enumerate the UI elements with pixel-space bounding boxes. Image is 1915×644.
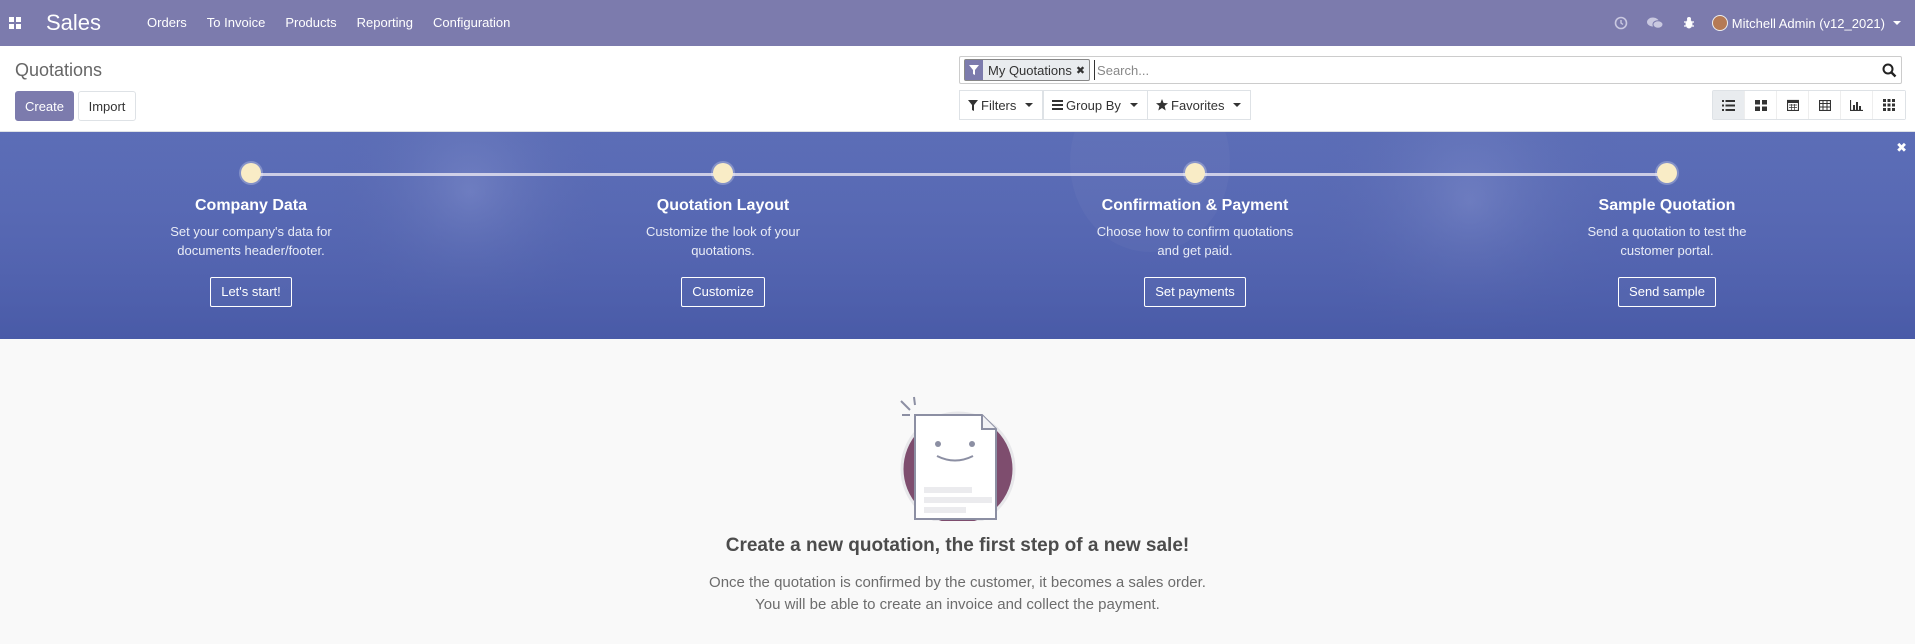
onboarding-step-company: Company Data Set your company's data for… bbox=[121, 163, 381, 307]
list-view-icon[interactable] bbox=[1713, 91, 1745, 119]
step-title: Quotation Layout bbox=[656, 197, 790, 214]
systray: Mitchell Admin (v12_2021) bbox=[1604, 0, 1915, 46]
step-title: Confirmation & Payment bbox=[1101, 197, 1289, 214]
groupby-dropdown[interactable]: Group By bbox=[1043, 90, 1148, 120]
menu-item-products[interactable]: Products bbox=[275, 0, 346, 46]
empty-state-title: Create a new quotation, the first step o… bbox=[725, 535, 1190, 556]
bug-icon[interactable] bbox=[1672, 0, 1706, 46]
close-icon[interactable]: ✖ bbox=[1076, 64, 1089, 77]
menu-item-reporting[interactable]: Reporting bbox=[347, 0, 423, 46]
main-navbar: Sales Orders To Invoice Products Reporti… bbox=[0, 0, 1915, 46]
facet-label: My Quotations bbox=[988, 62, 1072, 78]
filters-dropdown[interactable]: Filters bbox=[959, 90, 1044, 120]
main-menu: Orders To Invoice Products Reporting Con… bbox=[137, 0, 520, 46]
bars-icon bbox=[1052, 100, 1063, 110]
filter-icon bbox=[968, 99, 978, 111]
onboarding-step-payment: Confirmation & Payment Choose how to con… bbox=[1065, 163, 1325, 307]
send-sample-button[interactable]: Send sample bbox=[1618, 277, 1716, 307]
user-name: Mitchell Admin (v12_2021) bbox=[1731, 15, 1885, 31]
onboarding-step-sample: Sample Quotation Send a quotation to tes… bbox=[1537, 163, 1797, 307]
step-description: Set your company's data for documents he… bbox=[170, 224, 332, 258]
customize-button[interactable]: Customize bbox=[681, 277, 765, 307]
control-panel: Quotations Create Import My Quotations ✖… bbox=[0, 46, 1915, 132]
favorites-dropdown[interactable]: Favorites bbox=[1147, 90, 1252, 120]
empty-state-line: You will be able to create an invoice an… bbox=[755, 596, 1160, 613]
filters-label: Filters bbox=[981, 97, 1017, 113]
create-button[interactable]: Create bbox=[15, 91, 74, 121]
search-bar: My Quotations ✖ bbox=[959, 56, 1902, 84]
step-dot bbox=[241, 163, 261, 183]
search-icon[interactable] bbox=[1877, 63, 1901, 78]
step-description: Customize the look of your quotations. bbox=[646, 224, 800, 258]
chat-icon[interactable] bbox=[1638, 0, 1672, 46]
empty-state-line: Once the quotation is confirmed by the c… bbox=[709, 574, 1206, 591]
view-switcher bbox=[1712, 90, 1906, 120]
step-dot bbox=[713, 163, 733, 183]
activity-view-icon[interactable] bbox=[1873, 91, 1905, 119]
user-menu[interactable]: Mitchell Admin (v12_2021) bbox=[1706, 15, 1915, 31]
onboarding-banner: ✖ Company Data Set your company's data f… bbox=[0, 132, 1915, 339]
step-description: Choose how to confirm quotations and get… bbox=[1096, 224, 1294, 258]
lets-start-button[interactable]: Let's start! bbox=[210, 277, 292, 307]
search-facet: My Quotations ✖ bbox=[964, 59, 1091, 81]
chevron-down-icon bbox=[1893, 21, 1901, 25]
step-title: Sample Quotation bbox=[1598, 197, 1736, 214]
step-description: Send a quotation to test the customer po… bbox=[1587, 224, 1747, 258]
app-brand[interactable]: Sales bbox=[46, 10, 101, 36]
pivot-view-icon[interactable] bbox=[1809, 91, 1841, 119]
chevron-down-icon bbox=[1025, 103, 1034, 107]
apps-menu-icon[interactable] bbox=[0, 0, 30, 46]
kanban-view-icon[interactable] bbox=[1745, 91, 1777, 119]
search-input[interactable] bbox=[1094, 60, 1877, 80]
step-dot bbox=[1657, 163, 1677, 183]
import-button[interactable]: Import bbox=[78, 91, 136, 121]
empty-state: Create a new quotation, the first step o… bbox=[0, 339, 1915, 644]
filter-icon bbox=[965, 60, 983, 80]
clock-icon[interactable] bbox=[1604, 0, 1638, 46]
chevron-down-icon bbox=[1233, 103, 1242, 107]
menu-item-to-invoice[interactable]: To Invoice bbox=[197, 0, 276, 46]
page-title: Quotations bbox=[15, 60, 103, 80]
step-dot bbox=[1185, 163, 1205, 183]
menu-item-configuration[interactable]: Configuration bbox=[423, 0, 520, 46]
step-title: Company Data bbox=[194, 197, 308, 214]
menu-item-orders[interactable]: Orders bbox=[137, 0, 197, 46]
onboarding-step-layout: Quotation Layout Customize the look of y… bbox=[593, 163, 853, 307]
empty-document-illustration-icon bbox=[900, 396, 1016, 521]
close-icon[interactable]: ✖ bbox=[1896, 140, 1907, 156]
favorites-label: Favorites bbox=[1171, 97, 1225, 113]
groupby-label: Group By bbox=[1066, 97, 1121, 113]
calendar-view-icon[interactable] bbox=[1777, 91, 1809, 119]
empty-state-description: Once the quotation is confirmed by the c… bbox=[0, 572, 1915, 616]
graph-view-icon[interactable] bbox=[1841, 91, 1873, 119]
set-payments-button[interactable]: Set payments bbox=[1144, 277, 1246, 307]
star-icon bbox=[1156, 99, 1168, 111]
avatar bbox=[1711, 15, 1728, 31]
onboarding-progress-line bbox=[250, 173, 1666, 176]
chevron-down-icon bbox=[1129, 103, 1138, 107]
